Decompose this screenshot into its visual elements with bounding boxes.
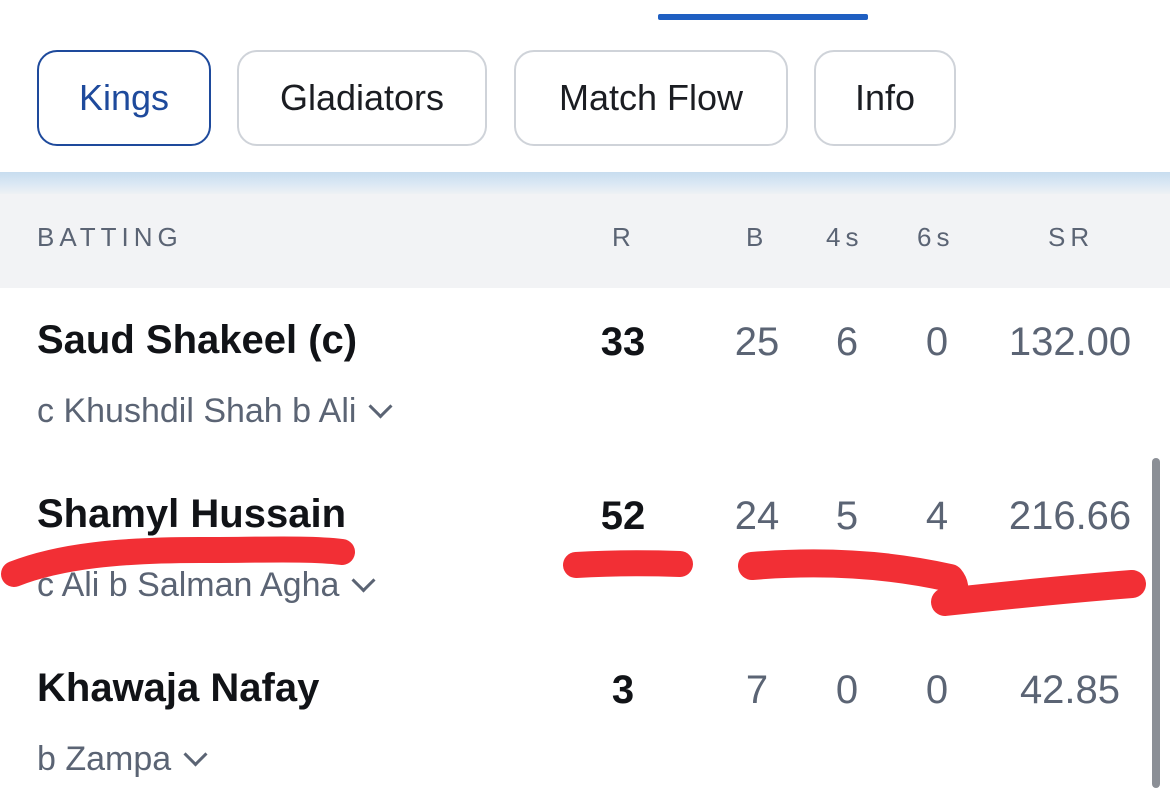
- strike-rate-value: 216.66: [1008, 494, 1132, 538]
- runs-value: 3: [611, 668, 635, 712]
- runs-value: 52: [600, 494, 646, 538]
- chip-match-flow[interactable]: Match Flow: [514, 50, 788, 146]
- dismissal-toggle[interactable]: b Zampa: [37, 740, 208, 779]
- top-tab-bar: [0, 0, 1170, 26]
- chip-info[interactable]: Info: [814, 50, 956, 146]
- sixes-value: 0: [925, 320, 949, 364]
- header-batting: BATTING: [37, 222, 183, 252]
- fours-value: 0: [835, 668, 859, 712]
- header-strike-rate: SR: [1048, 222, 1095, 252]
- dismissal-text: c Ali b Salman Agha: [37, 566, 340, 604]
- dismissal-text: c Khushdil Shah b Ali: [37, 392, 357, 430]
- sixes-value: 0: [925, 668, 949, 712]
- balls-value: 24: [734, 494, 780, 538]
- chip-row-shadow: [0, 172, 1170, 194]
- header-runs: R: [612, 222, 636, 252]
- chevron-down-icon: [368, 394, 393, 419]
- scorecard-page: Kings Gladiators Match Flow Info BATTING…: [0, 0, 1170, 812]
- fours-value: 5: [835, 494, 859, 538]
- vertical-scrollbar[interactable]: [1152, 458, 1160, 788]
- dismissal-toggle[interactable]: c Ali b Salman Agha: [37, 566, 376, 605]
- header-fours: 4s: [826, 222, 864, 252]
- chevron-down-icon: [183, 742, 208, 767]
- batting-table-header: BATTING R B 4s 6s SR: [0, 194, 1170, 288]
- dismissal-toggle[interactable]: c Khushdil Shah b Ali: [37, 392, 393, 431]
- fours-value: 6: [835, 320, 859, 364]
- dismissal-text: b Zampa: [37, 740, 172, 778]
- balls-value: 7: [745, 668, 769, 712]
- batter-row[interactable]: Saud Shakeel (c) c Khushdil Shah b Ali 3…: [0, 288, 1170, 462]
- chevron-down-icon: [351, 568, 376, 593]
- batter-name: Khawaja Nafay: [37, 666, 320, 710]
- balls-value: 25: [734, 320, 780, 364]
- batter-row[interactable]: Shamyl Hussain c Ali b Salman Agha 52 24…: [0, 462, 1170, 636]
- batter-name: Saud Shakeel (c): [37, 318, 358, 362]
- chip-kings[interactable]: Kings: [37, 50, 211, 146]
- header-balls: B: [746, 222, 769, 252]
- sixes-value: 4: [925, 494, 949, 538]
- runs-value: 33: [600, 320, 646, 364]
- header-sixes: 6s: [917, 222, 955, 252]
- strike-rate-value: 42.85: [1019, 668, 1121, 712]
- batter-name: Shamyl Hussain: [37, 492, 347, 536]
- strike-rate-value: 132.00: [1008, 320, 1132, 364]
- active-tab-indicator: [658, 14, 868, 20]
- batter-row[interactable]: Khawaja Nafay b Zampa 3 7 0 0 42.85: [0, 636, 1170, 810]
- chip-gladiators[interactable]: Gladiators: [237, 50, 487, 146]
- team-filter-chips: Kings Gladiators Match Flow Info: [0, 24, 1170, 174]
